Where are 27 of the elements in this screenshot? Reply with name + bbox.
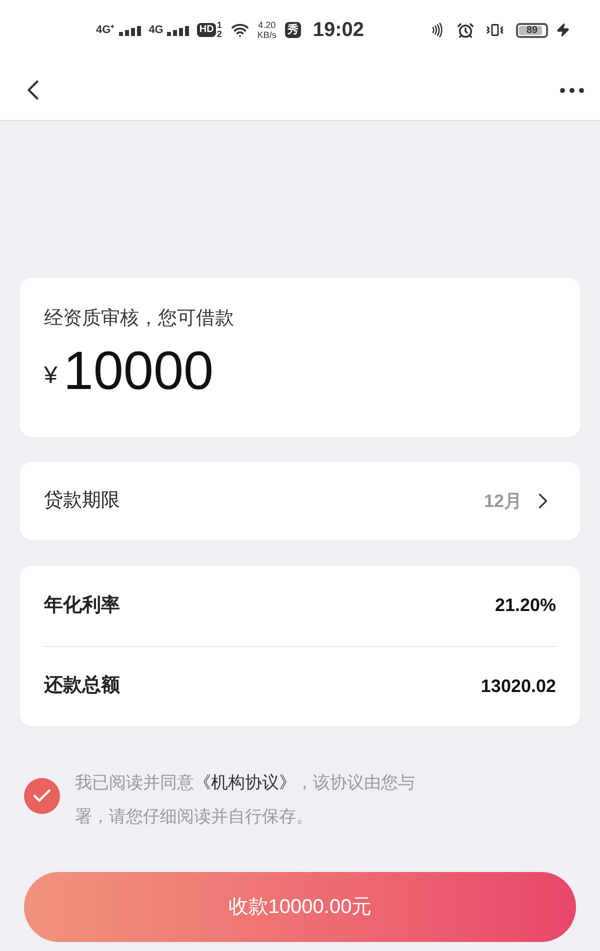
- vibrate-icon: [486, 21, 504, 39]
- term-row[interactable]: 贷款期限 12月: [20, 462, 580, 540]
- currency-symbol: ¥: [44, 360, 58, 390]
- sim-label: 1 2: [216, 21, 223, 39]
- speed-label: 4.20 KB/s: [256, 20, 278, 40]
- wifi-icon: [230, 21, 249, 39]
- signal-icon: [167, 26, 190, 36]
- charging-icon: [556, 23, 570, 37]
- agreement-checkbox[interactable]: [24, 778, 60, 814]
- agreement-text: 我已阅读并同意《机构协议》，该协议由您与署，请您仔细阅读并自行保存。: [75, 772, 416, 828]
- detail-label: 还款总额: [44, 674, 120, 698]
- app-badge: 秀: [284, 22, 301, 38]
- network-label: 4G: [148, 24, 164, 36]
- credit-amount: 10000: [63, 344, 214, 398]
- battery-level: 89: [525, 24, 539, 36]
- credit-title: 经资质审核，您可借款: [44, 307, 235, 331]
- hd-badge: HD: [197, 23, 216, 37]
- agreement-link[interactable]: 《机构协议》: [194, 773, 296, 792]
- alarm-icon: [457, 22, 474, 38]
- signal-icon: [118, 26, 141, 36]
- detail-label: 年化利率: [44, 594, 120, 618]
- detail-value: 13020.02: [480, 674, 556, 698]
- more-button[interactable]: [560, 88, 584, 92]
- network-label: 4G⁺: [96, 24, 115, 36]
- more-icon: [560, 88, 584, 92]
- detail-value: 21.20%: [494, 594, 556, 618]
- clock: 19:02: [312, 18, 364, 43]
